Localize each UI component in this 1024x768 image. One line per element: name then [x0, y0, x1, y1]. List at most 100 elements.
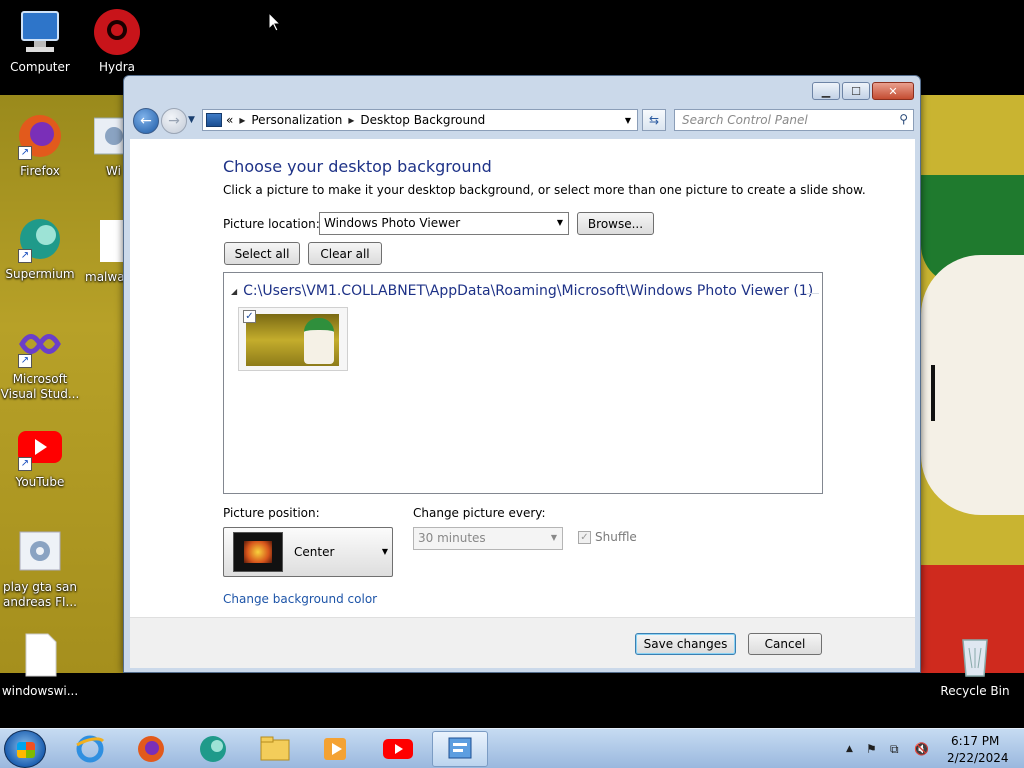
- desktop-icon-gta-settings[interactable]: play gta san andreas FI...: [0, 528, 80, 610]
- maximize-button[interactable]: ☐: [842, 82, 870, 100]
- taskbar-control-panel[interactable]: [432, 731, 488, 767]
- desktop-background-window: ▁ ☐ ✕ ← → ▼ « ▸ Personalization ▸ Deskto…: [123, 75, 921, 673]
- checkmark-icon: ✓: [578, 530, 591, 544]
- taskbar-media-player[interactable]: [308, 731, 364, 767]
- shortcut-arrow-icon: ↗: [18, 249, 32, 263]
- navigation-bar: ← → ▼ « ▸ Personalization ▸ Desktop Back…: [130, 106, 916, 136]
- windows-logo-icon: [17, 742, 35, 758]
- start-button[interactable]: [4, 730, 46, 768]
- picture-position-dropdown[interactable]: Center ▼: [223, 527, 393, 577]
- desktop-icon-computer[interactable]: Computer: [0, 8, 80, 75]
- thumbnail-checkbox[interactable]: ✓: [243, 310, 256, 323]
- picture-location-dropdown[interactable]: Windows Photo Viewer ▼: [319, 212, 569, 235]
- hydra-icon: [93, 8, 141, 56]
- desktop-icon-settings-shortcut[interactable]: Wi: [78, 112, 123, 179]
- page-description: Click a picture to make it your desktop …: [223, 183, 866, 197]
- maximize-icon: ☐: [851, 84, 861, 98]
- taskbar-file-explorer[interactable]: [247, 731, 303, 767]
- chevron-down-icon: ▼: [550, 533, 557, 542]
- gallery-group-header[interactable]: ◢ C:\Users\VM1.COLLABNET\AppData\Roaming…: [231, 283, 813, 299]
- address-dropdown-icon[interactable]: ▼: [625, 116, 631, 125]
- desktop-icon-youtube[interactable]: ↗ YouTube: [0, 423, 80, 490]
- breadcrumb-desktop-background[interactable]: Desktop Background: [360, 113, 485, 127]
- recycle-bin-icon: [951, 632, 999, 680]
- desktop-icon-label: Recycle Bin: [940, 684, 1010, 698]
- picture-gallery: ◢ C:\Users\VM1.COLLABNET\AppData\Roaming…: [223, 272, 823, 494]
- desktop-icon-firefox[interactable]: ↗ Firefox: [0, 112, 80, 179]
- visual-studio-icon: ↗: [16, 320, 64, 368]
- recent-pages-button[interactable]: ▼: [188, 115, 195, 125]
- breadcrumb-separator-icon: ▸: [348, 113, 355, 127]
- page-title: Choose your desktop background: [223, 157, 492, 176]
- desktop-icon-malwa[interactable]: malwa: [78, 218, 123, 285]
- search-input[interactable]: Search Control Panel ⚲: [674, 109, 914, 131]
- desktop-icon-label: Firefox: [20, 164, 60, 178]
- file-icon: [16, 632, 64, 680]
- file-icon: [100, 218, 123, 266]
- shuffle-checkbox: ✓ Shuffle: [578, 530, 637, 544]
- minimize-icon: ▁: [821, 84, 831, 98]
- dialog-footer: Save changes Cancel: [130, 617, 915, 668]
- forward-button[interactable]: →: [161, 108, 187, 134]
- back-button[interactable]: ←: [133, 108, 159, 134]
- wallpaper-character: [921, 95, 1024, 673]
- volume-muted-icon[interactable]: 🔇: [914, 742, 929, 756]
- browse-button[interactable]: Browse...: [577, 212, 654, 235]
- forward-arrow-icon: →: [168, 113, 180, 129]
- desktop-icon-recycle-bin[interactable]: Recycle Bin: [935, 632, 1015, 699]
- shortcut-arrow-icon: ↗: [18, 354, 32, 368]
- close-button[interactable]: ✕: [872, 82, 914, 100]
- picture-thumbnail[interactable]: ✓: [238, 307, 348, 371]
- desktop-icon-label: windowswi...: [1, 684, 79, 698]
- desktop-icon-label: Hydra: [98, 60, 136, 74]
- checkmark-icon: ✓: [245, 311, 254, 322]
- network-icon[interactable]: ⧉: [890, 742, 899, 757]
- desktop-icon-label: malwa: [85, 270, 123, 284]
- back-arrow-icon: ←: [140, 113, 152, 129]
- refresh-button[interactable]: ⇆: [642, 109, 666, 131]
- refresh-icon: ⇆: [648, 113, 660, 127]
- address-bar[interactable]: « ▸ Personalization ▸ Desktop Background…: [202, 109, 638, 131]
- desktop-icon-label: YouTube: [15, 475, 65, 489]
- supermium-icon: ↗: [16, 215, 64, 263]
- chevron-down-icon: ▼: [381, 547, 388, 556]
- picture-position-label: Picture position:: [223, 506, 320, 520]
- search-icon[interactable]: ⚲: [899, 112, 908, 126]
- desktop-icon-hydra[interactable]: Hydra: [77, 8, 157, 75]
- file-explorer-icon: [260, 736, 290, 761]
- settings-file-icon: [16, 528, 64, 576]
- desktop-icon-windowswi[interactable]: windowswi...: [0, 632, 80, 699]
- caption-buttons: ▁ ☐ ✕: [812, 82, 914, 100]
- taskbar-internet-explorer[interactable]: [62, 731, 118, 767]
- internet-explorer-icon: [76, 735, 105, 763]
- breadcrumb-personalization[interactable]: Personalization: [251, 113, 342, 127]
- settings-shortcut-icon: [93, 112, 123, 160]
- supermium-icon: [200, 736, 226, 762]
- desktop-icon-label: Microsoft Visual Stud...: [0, 372, 80, 401]
- clear-all-button[interactable]: Clear all: [308, 242, 382, 265]
- action-center-flag-icon[interactable]: ⚑: [866, 742, 877, 756]
- taskbar-youtube[interactable]: [370, 731, 426, 767]
- desktop-icon-supermium[interactable]: ↗ Supermium: [0, 215, 80, 282]
- save-changes-button[interactable]: Save changes: [635, 633, 736, 655]
- clock-date[interactable]: 2/22/2024: [947, 751, 1009, 765]
- select-all-button[interactable]: Select all: [224, 242, 300, 265]
- clock-time[interactable]: 6:17 PM: [951, 734, 999, 748]
- mouse-cursor-icon: [268, 11, 282, 35]
- shortcut-arrow-icon: ↗: [18, 457, 32, 471]
- taskbar-supermium[interactable]: [185, 731, 241, 767]
- cancel-button[interactable]: Cancel: [748, 633, 822, 655]
- change-background-color-link[interactable]: Change background color: [223, 592, 377, 606]
- youtube-icon: ↗: [16, 423, 64, 471]
- firefox-icon: ↗: [16, 112, 64, 160]
- thumbnail-image: [246, 314, 339, 366]
- show-hidden-icons-icon[interactable]: ▲: [846, 744, 853, 754]
- minimize-button[interactable]: ▁: [812, 82, 840, 100]
- desktop-icon-label: Supermium: [5, 267, 75, 281]
- chevron-down-icon: ▼: [188, 115, 195, 125]
- breadcrumb-root[interactable]: «: [226, 113, 233, 127]
- change-every-label: Change picture every:: [413, 506, 546, 520]
- collapse-triangle-icon[interactable]: ◢: [231, 287, 237, 296]
- taskbar-firefox[interactable]: [123, 731, 179, 767]
- desktop-icon-visual-studio[interactable]: ↗ Microsoft Visual Stud...: [0, 320, 80, 402]
